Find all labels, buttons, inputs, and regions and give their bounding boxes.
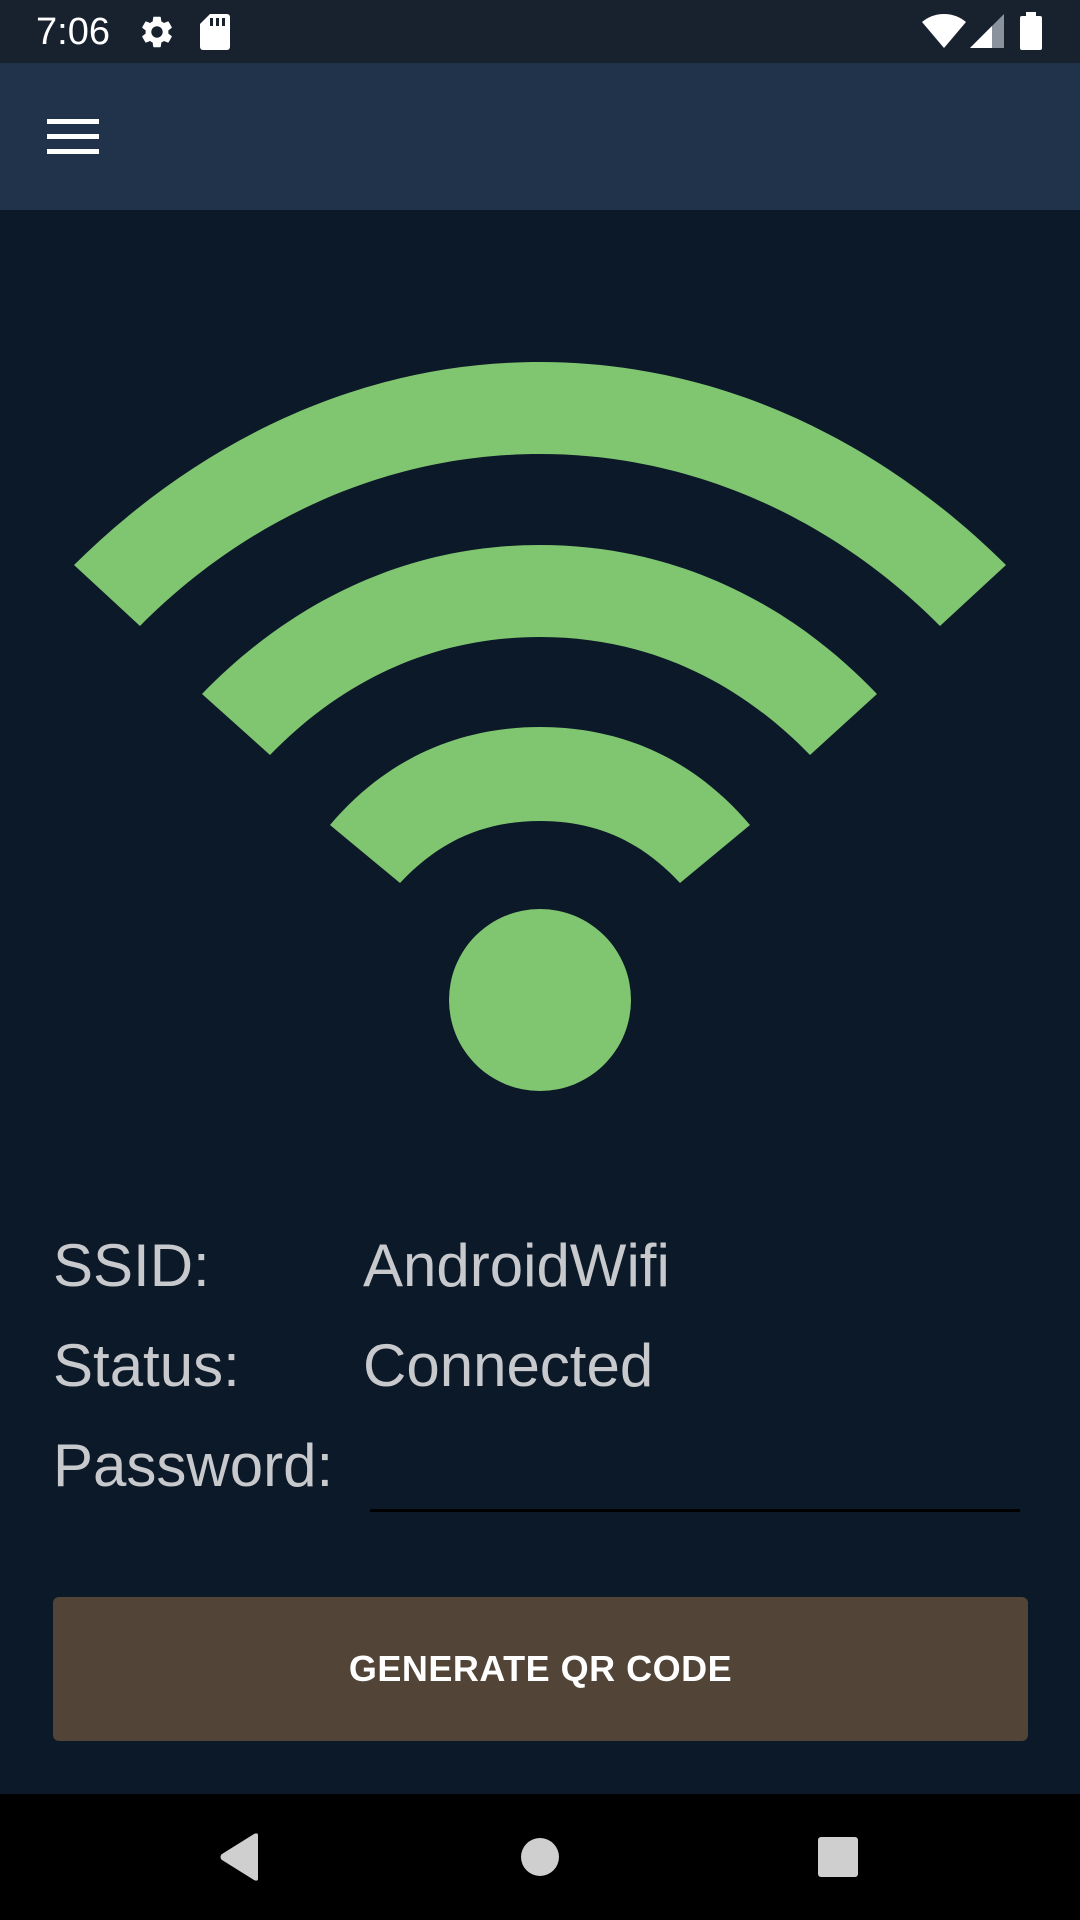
status-bar: 7:06: [0, 0, 1080, 63]
ssid-value: AndroidWifi: [363, 1232, 670, 1299]
hamburger-menu-icon: [47, 119, 99, 154]
menu-button[interactable]: [30, 101, 116, 173]
password-field[interactable]: [370, 1428, 1020, 1512]
settings-icon: [138, 13, 176, 56]
ssid-label: SSID:: [53, 1232, 210, 1299]
password-label: Password:: [53, 1432, 334, 1499]
battery-icon: [1020, 12, 1042, 55]
back-icon: [220, 1833, 258, 1881]
cell-signal-icon: [970, 14, 1004, 53]
home-icon: [521, 1838, 559, 1876]
recents-button[interactable]: [768, 1794, 908, 1920]
app-bar: [0, 63, 1080, 210]
main-screen: 7:06 SSID: AndroidWifi Status: Connected…: [0, 0, 1080, 1920]
status-time: 7:06: [36, 11, 110, 53]
generate-qr-code-label: GENERATE QR CODE: [348, 1648, 733, 1689]
recents-icon: [818, 1837, 858, 1877]
home-button[interactable]: [470, 1794, 610, 1920]
generate-qr-code-button[interactable]: GENERATE QR CODE: [53, 1597, 1028, 1741]
back-button[interactable]: [170, 1794, 310, 1920]
system-nav-bar: [0, 1794, 1080, 1920]
sd-card-icon: [200, 14, 230, 55]
status-label: Status:: [53, 1332, 240, 1399]
wifi-icon: [74, 362, 1006, 1091]
status-value: Connected: [363, 1332, 654, 1399]
wifi-signal-icon: [922, 14, 966, 53]
